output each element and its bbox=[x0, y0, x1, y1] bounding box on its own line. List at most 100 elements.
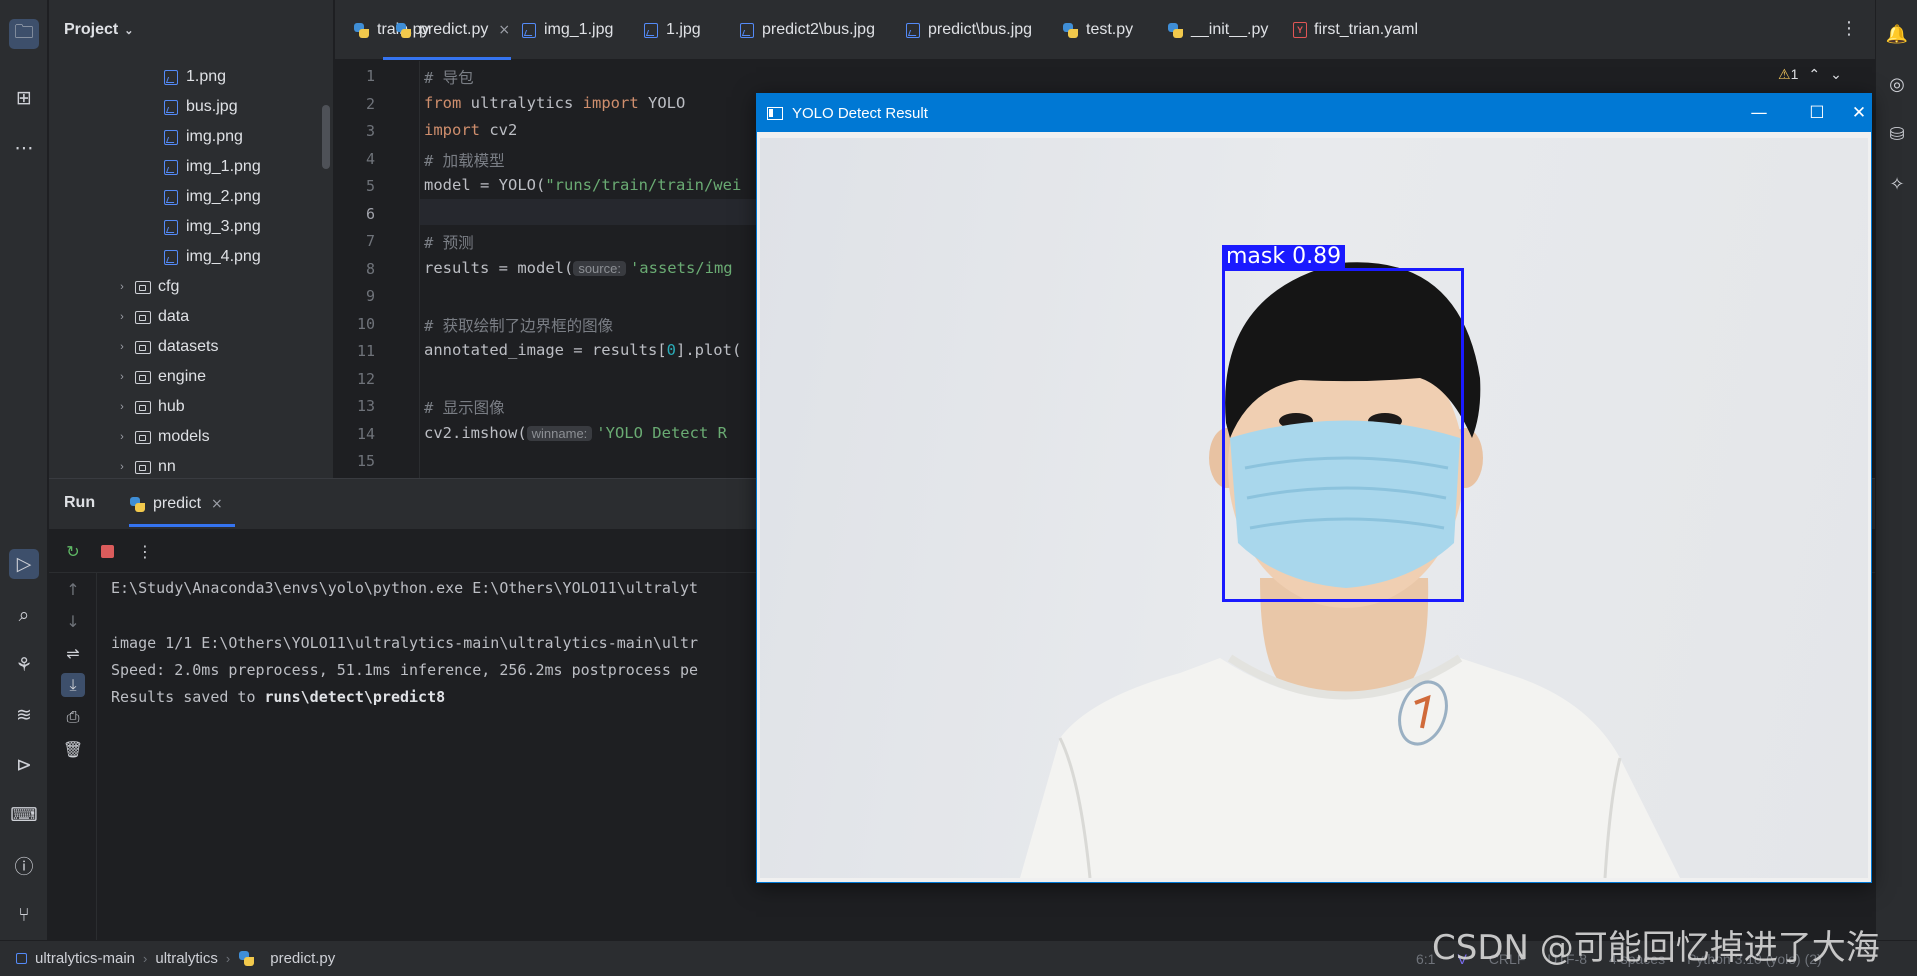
image-file-icon bbox=[163, 189, 179, 205]
window-title-bar[interactable]: YOLO Detect Result — ☐ ✕ bbox=[757, 94, 1871, 132]
tree-item-folder[interactable]: › cfg bbox=[115, 272, 179, 302]
image-file-icon bbox=[163, 159, 179, 175]
tab-label: __init__.py bbox=[1191, 21, 1269, 38]
tab-label: predict2\bus.jpg bbox=[762, 21, 875, 38]
warning-count: 1 bbox=[1790, 66, 1799, 82]
detection-label: mask 0.89 bbox=[1222, 245, 1346, 269]
rerun-icon[interactable]: ↻ bbox=[61, 539, 85, 563]
run-side-toolbar: ↑ ↓ ⇌ ⤓ ⎙ 🗑 bbox=[49, 573, 97, 941]
tab-1-jpg[interactable]: 1.jpg bbox=[643, 0, 701, 60]
project-title: Project bbox=[64, 21, 119, 38]
tab-predict-bus-jpg[interactable]: predict\bus.jpg bbox=[905, 0, 1032, 60]
code-comment: # 获取绘制了边界框的图像 bbox=[424, 316, 614, 335]
folder-icon bbox=[135, 399, 151, 415]
tree-item-file[interactable]: img_3.png bbox=[163, 212, 261, 242]
line-number: 2 bbox=[365, 94, 375, 113]
tree-item-label: img_1.png bbox=[186, 158, 261, 175]
line-number: 10 bbox=[356, 314, 375, 333]
structure-icon[interactable]: ⊞ bbox=[9, 83, 39, 113]
scroll-to-end-icon[interactable]: ⤓ bbox=[61, 673, 85, 697]
tab-options-icon[interactable]: ⋮ bbox=[1840, 18, 1858, 39]
arrow-down-icon[interactable]: ↓ bbox=[61, 609, 85, 633]
tree-item-folder[interactable]: › hub bbox=[115, 392, 185, 422]
plugin-icon[interactable]: ✧ bbox=[1882, 169, 1912, 199]
tab-label: 1.jpg bbox=[666, 21, 701, 38]
tree-item-folder[interactable]: › data bbox=[115, 302, 189, 332]
right-tool-bar: 🔔 ◎ ⛁ ✧ bbox=[1875, 0, 1917, 940]
chevron-right-icon[interactable]: › bbox=[115, 431, 129, 443]
python-icon bbox=[238, 950, 255, 967]
tree-item-folder[interactable]: › datasets bbox=[115, 332, 218, 362]
close-icon[interactable]: × bbox=[211, 496, 223, 512]
output-path-link[interactable]: runs\detect\predict8 bbox=[265, 688, 446, 706]
services-icon[interactable]: ⊳ bbox=[9, 750, 39, 780]
project-folder-icon[interactable]: 🗀 bbox=[9, 19, 39, 49]
search-icon[interactable]: ⌕ bbox=[9, 600, 39, 630]
layers-icon[interactable]: ≋ bbox=[9, 700, 39, 730]
tree-item-label: img_4.png bbox=[186, 248, 261, 265]
folder-icon bbox=[135, 369, 151, 385]
tree-item-folder[interactable]: › models bbox=[115, 422, 209, 452]
git-icon[interactable]: ⑂ bbox=[9, 900, 39, 930]
chevron-right-icon[interactable]: › bbox=[115, 401, 129, 413]
tab-test-py[interactable]: test.py bbox=[1062, 0, 1133, 60]
tab-predict2-bus-jpg[interactable]: predict2\bus.jpg bbox=[739, 0, 875, 60]
run-options-icon[interactable]: ⋮ bbox=[133, 539, 157, 563]
tab-first-trian-yaml[interactable]: Yfirst_trian.yaml bbox=[1293, 0, 1418, 60]
project-panel-header[interactable]: Project ⌄ bbox=[49, 0, 334, 60]
tree-item-file[interactable]: 1.png bbox=[163, 62, 226, 92]
tree-item-file[interactable]: img_2.png bbox=[163, 182, 261, 212]
close-icon[interactable]: × bbox=[498, 22, 510, 38]
arrow-up-icon[interactable]: ↑ bbox=[61, 577, 85, 601]
image-icon bbox=[643, 22, 659, 38]
print-icon[interactable]: ⎙ bbox=[61, 705, 85, 729]
breadcrumb-item[interactable]: ultralytics-main bbox=[35, 950, 135, 967]
tab-label: predict\bus.jpg bbox=[928, 21, 1033, 38]
terminal-icon[interactable]: ⌨ bbox=[9, 800, 39, 830]
more-tools-icon[interactable]: ⋯ bbox=[9, 133, 39, 163]
ai-assistant-icon[interactable]: ◎ bbox=[1882, 69, 1912, 99]
minimize-button[interactable]: — bbox=[1730, 94, 1788, 132]
line-number: 12 bbox=[356, 369, 375, 388]
run-tool-icon[interactable]: ▷ bbox=[9, 549, 39, 579]
maximize-button[interactable]: ☐ bbox=[1788, 94, 1846, 132]
project-scrollbar[interactable] bbox=[322, 105, 330, 169]
tree-item-file[interactable]: bus.jpg bbox=[163, 92, 238, 122]
chevron-up-icon[interactable]: ⌃ bbox=[1808, 67, 1820, 83]
chevron-right-icon[interactable]: › bbox=[115, 461, 129, 473]
chevron-right-icon[interactable]: › bbox=[115, 341, 129, 353]
breadcrumb-item[interactable]: predict.py bbox=[270, 950, 335, 967]
chevron-right-icon[interactable]: › bbox=[115, 281, 129, 293]
database-icon[interactable]: ⛁ bbox=[1882, 119, 1912, 149]
close-button[interactable]: ✕ bbox=[1846, 94, 1872, 132]
code-line: results = model(source:'assets/img bbox=[424, 259, 733, 277]
tree-item-folder[interactable]: › engine bbox=[115, 362, 206, 392]
code-token: YOLO bbox=[638, 93, 686, 112]
chevron-right-icon[interactable]: › bbox=[115, 371, 129, 383]
tree-item-file[interactable]: img_4.png bbox=[163, 242, 261, 272]
notifications-icon[interactable]: 🔔 bbox=[1882, 19, 1912, 49]
tab-label: predict.py bbox=[419, 21, 489, 38]
tree-item-file[interactable]: img_1.png bbox=[163, 152, 261, 182]
stop-button[interactable] bbox=[95, 539, 119, 563]
chevron-down-icon[interactable]: ⌄ bbox=[1830, 67, 1842, 83]
problems-icon[interactable]: ⓘ bbox=[9, 850, 39, 880]
code-line: annotated_image = results[0].plot( bbox=[424, 341, 741, 359]
breadcrumb-item[interactable]: ultralytics bbox=[155, 950, 218, 967]
tab--init-py[interactable]: __init__.py bbox=[1167, 0, 1268, 60]
tab-predict-py[interactable]: predict.py × bbox=[383, 0, 511, 60]
chevron-right-icon[interactable]: › bbox=[115, 311, 129, 323]
yolo-result-window[interactable]: YOLO Detect Result — ☐ ✕ mask 0.89 bbox=[756, 93, 1872, 883]
soft-wrap-icon[interactable]: ⇌ bbox=[61, 641, 85, 665]
window-app-icon bbox=[767, 106, 783, 120]
window-title: YOLO Detect Result bbox=[792, 104, 928, 122]
trash-icon[interactable]: 🗑 bbox=[61, 737, 85, 761]
python-icon bbox=[1062, 22, 1079, 39]
tab-img-1-jpg[interactable]: img_1.jpg bbox=[521, 0, 613, 60]
line-number: 5 bbox=[365, 177, 375, 195]
tree-item-file[interactable]: img.png bbox=[163, 122, 243, 152]
python-console-icon[interactable]: ⚘ bbox=[9, 650, 39, 680]
inspection-widget[interactable]: ⚠1 ⌃ ⌄ bbox=[1778, 66, 1842, 83]
run-tab-predict[interactable]: predict × bbox=[129, 479, 235, 529]
line-number-gutter: 1 2 3 4 5 6 7 8 9 10 11 12 13 14 15 bbox=[335, 61, 419, 478]
